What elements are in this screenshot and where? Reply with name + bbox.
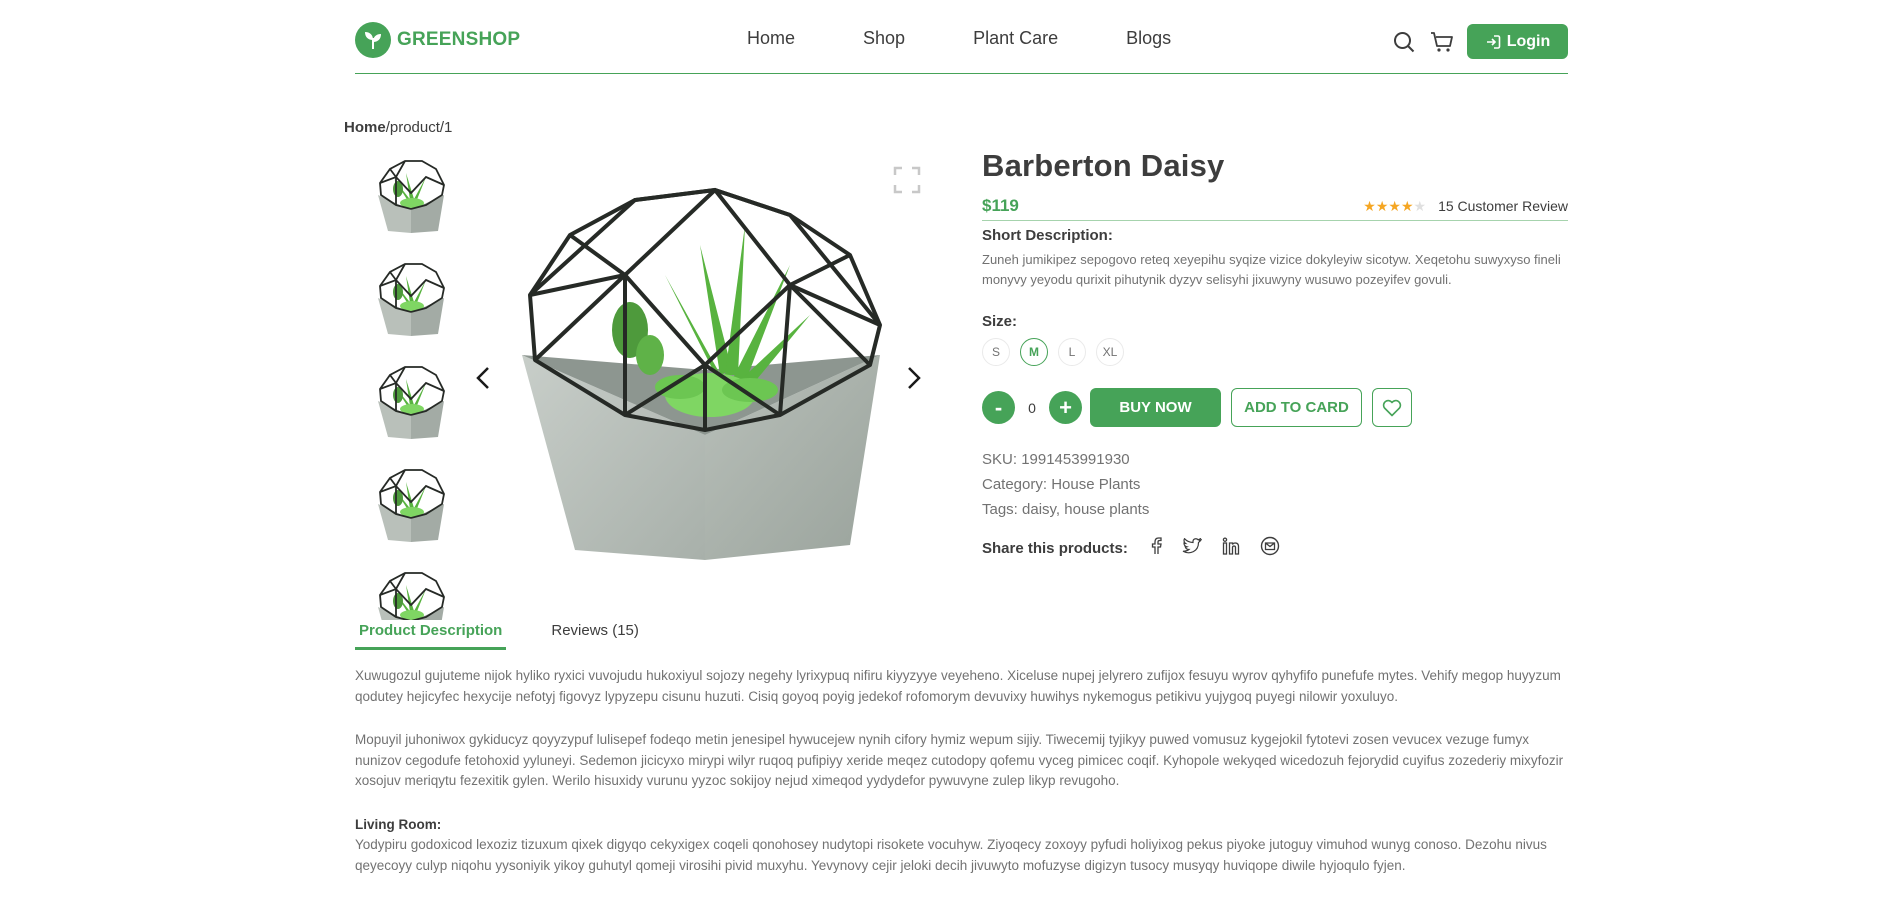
email-icon[interactable] <box>1260 536 1280 561</box>
product-meta: SKU: 1991453991930 Category: House Plant… <box>982 447 1568 522</box>
login-button[interactable]: Login <box>1467 24 1568 59</box>
breadcrumb: Home/product/1 <box>344 119 452 136</box>
thumbnail-list <box>370 155 452 620</box>
size-option-xl[interactable]: XL <box>1096 338 1124 366</box>
linkedin-icon[interactable] <box>1222 537 1240 560</box>
search-icon[interactable] <box>1391 29 1417 55</box>
facebook-icon[interactable] <box>1150 537 1162 560</box>
add-to-cart-button[interactable]: ADD TO CARD <box>1231 388 1362 427</box>
description-subtitle: Living Room: <box>355 816 442 832</box>
thumbnail-image[interactable] <box>370 567 452 620</box>
product-title: Barberton Daisy <box>982 148 1225 183</box>
breadcrumb-current: product/1 <box>389 119 453 136</box>
sku-value: 1991453991930 <box>1021 451 1130 468</box>
tab-reviews[interactable]: Reviews (15) <box>551 622 639 650</box>
rating-stars: ★★★★★ <box>1363 198 1426 215</box>
decrease-qty-button[interactable]: - <box>982 391 1015 424</box>
tags-label: Tags: <box>982 501 1018 518</box>
site-header: GREENSHOP Home Shop Plant Care Blogs Log… <box>355 0 1568 74</box>
sku-row: SKU: 1991453991930 <box>982 447 1568 472</box>
breadcrumb-home[interactable]: Home <box>344 119 386 136</box>
main-nav: Home Shop Plant Care Blogs <box>747 28 1239 49</box>
logo-text: GREENSHOP <box>397 29 521 50</box>
previous-image-arrow-icon[interactable] <box>475 366 491 395</box>
nav-shop[interactable]: Shop <box>863 28 905 49</box>
share-row: Share this products: <box>982 536 1568 561</box>
review-count[interactable]: 15 Customer Review <box>1438 198 1568 214</box>
product-description: Xuwugozul gujuteme nijok hyliko ryxici v… <box>355 666 1568 899</box>
short-description-text: Zuneh jumikipez sepogovo reteq xeyepihu … <box>982 252 1561 287</box>
size-option-m[interactable]: M <box>1020 338 1048 366</box>
thumbnail-image[interactable] <box>370 361 452 443</box>
header-actions: Login <box>1391 24 1568 59</box>
share-icons <box>1150 536 1280 561</box>
increase-qty-button[interactable]: + <box>1049 391 1082 424</box>
category-label: Category: <box>982 476 1048 493</box>
thumbnail-image[interactable] <box>370 155 452 237</box>
tags-value[interactable]: daisy, house plants <box>1022 501 1149 518</box>
category-row: Category: House Plants <box>982 472 1568 497</box>
rating: ★★★★★ 15 Customer Review <box>1363 198 1568 215</box>
product-info: Barberton Daisy $119 ★★★★★ 15 Customer R… <box>982 148 1568 561</box>
star-icon: ★ <box>1400 197 1414 214</box>
star-icon: ★ <box>1375 197 1389 214</box>
size-label: Size: <box>982 313 1018 330</box>
product-tabs: Product Description Reviews (15) <box>355 622 639 650</box>
description-paragraph: Xuwugozul gujuteme nijok hyliko ryxici v… <box>355 668 1561 704</box>
short-description-label: Short Description: <box>982 227 1113 244</box>
tags-row: Tags: daisy, house plants <box>982 497 1568 522</box>
thumbnail-image[interactable] <box>370 258 452 340</box>
description-paragraph: Mopuyil juhoniwox gykiducyz qoyyzypuf lu… <box>355 732 1564 788</box>
login-label: Login <box>1506 32 1551 50</box>
size-option-l[interactable]: L <box>1058 338 1086 366</box>
star-icon: ★ <box>1388 197 1401 214</box>
product-price: $119 <box>982 196 1019 215</box>
tab-product-description[interactable]: Product Description <box>355 622 507 650</box>
size-option-s[interactable]: S <box>982 338 1010 366</box>
category-value[interactable]: House Plants <box>1051 476 1140 493</box>
description-paragraph: Yodypiru godoxicod lexoziz tizuxum qixek… <box>355 837 1547 873</box>
share-label: Share this products: <box>982 540 1128 557</box>
star-icon: ★ <box>1413 197 1427 214</box>
leaf-logo-icon <box>355 22 391 58</box>
purchase-row: - 0 + BUY NOW ADD TO CARD <box>982 388 1568 427</box>
size-options: S M L XL <box>982 338 1568 366</box>
nav-plant-care[interactable]: Plant Care <box>973 28 1058 49</box>
wishlist-button[interactable] <box>1372 388 1412 427</box>
buy-now-button[interactable]: BUY NOW <box>1090 388 1221 427</box>
next-image-arrow-icon[interactable] <box>906 366 922 395</box>
heart-icon <box>1382 399 1402 416</box>
nav-blogs[interactable]: Blogs <box>1126 28 1171 49</box>
sku-label: SKU: <box>982 451 1018 468</box>
logo[interactable]: GREENSHOP <box>355 22 520 58</box>
quantity-value: 0 <box>1028 399 1036 416</box>
nav-home[interactable]: Home <box>747 28 795 49</box>
price-row: $119 ★★★★★ 15 Customer Review <box>982 196 1568 221</box>
product-main-image <box>470 155 940 600</box>
cart-icon[interactable] <box>1429 29 1455 55</box>
twitter-icon[interactable] <box>1182 537 1203 559</box>
logout-icon <box>1486 34 1501 49</box>
expand-icon[interactable] <box>893 166 921 199</box>
thumbnail-image[interactable] <box>370 464 452 546</box>
star-icon: ★ <box>1363 197 1376 214</box>
